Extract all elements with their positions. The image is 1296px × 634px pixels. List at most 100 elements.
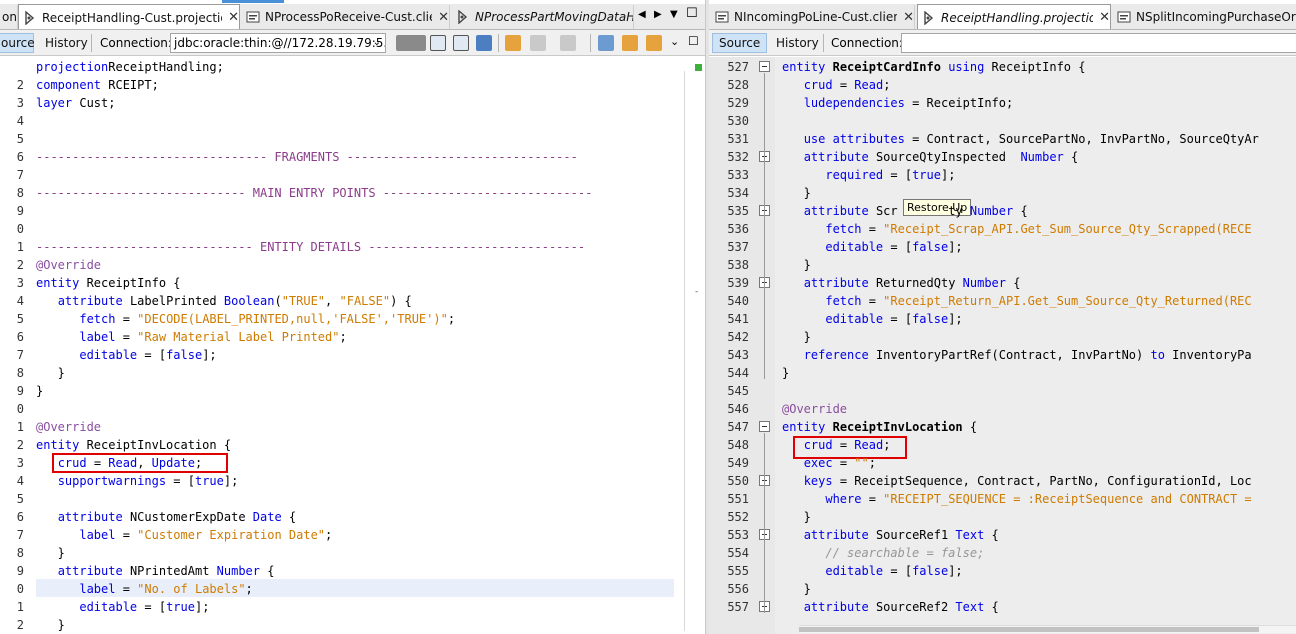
- code-token: crud: [803, 78, 833, 92]
- scrollbar-thumb[interactable]: [799, 627, 1259, 632]
- tab-nprocesspartmovingdata[interactable]: NProcessPartMovingDataH...: [452, 5, 634, 29]
- code-line: editable = [false];: [782, 562, 962, 580]
- prev-bookmark-icon[interactable]: [530, 35, 546, 51]
- code-token: LabelPrinted: [122, 294, 224, 308]
- code-token: entity: [782, 60, 826, 74]
- client-file-icon: [715, 11, 729, 23]
- scroll-mark: -: [695, 287, 699, 297]
- right-code-editor[interactable]: 527 528 529 530 531 532 533 534 535 536 537 538 539 5…: [709, 57, 1296, 634]
- fold-guide: [764, 73, 765, 379]
- line-number: 557: [727, 600, 749, 614]
- forward-icon[interactable]: [453, 35, 469, 51]
- more-chevron-icon[interactable]: ⌄: [670, 35, 679, 48]
- close-icon[interactable]: ✕: [438, 10, 449, 25]
- line-number: 9: [16, 564, 24, 578]
- code-line: // searchable = false;: [782, 544, 984, 562]
- right-editor-pane: NIncomingPoLine-Cust.client ✕ ReceiptHan…: [709, 0, 1296, 634]
- code-token: ];: [194, 600, 210, 614]
- connection-select[interactable]: [901, 33, 1296, 53]
- tab-receipthandling-cust-projection[interactable]: ReceiptHandling-Cust.projection ✕: [18, 4, 240, 29]
- code-token: editable: [825, 312, 884, 326]
- line-number: 0: [16, 402, 24, 416]
- code-line: required = [true];: [782, 166, 955, 184]
- code-token: attribute: [803, 528, 869, 542]
- code-token: Number: [962, 276, 1006, 290]
- line-number: 548: [727, 438, 749, 452]
- code-token: fetch: [825, 222, 862, 236]
- code-line: ----------------------------- MAIN ENTRY…: [36, 184, 592, 202]
- history-button[interactable]: History: [769, 33, 826, 53]
- maximize-icon[interactable]: ☐: [686, 6, 698, 21]
- source-button[interactable]: Source: [712, 33, 768, 53]
- left-code-editor[interactable]: 23456789012345678901234567890123 project…: [0, 57, 705, 634]
- code-line: }: [36, 382, 43, 400]
- back-icon[interactable]: [430, 35, 446, 51]
- code-token: Boolean: [223, 294, 275, 308]
- tab-scroll-right-icon[interactable]: ▶: [654, 9, 662, 20]
- code-line: attribute ReturnedQty Number {: [782, 274, 1021, 292]
- code-token: where: [825, 492, 862, 506]
- tab-list-dropdown-icon[interactable]: ▼: [670, 9, 678, 20]
- code-token: required: [825, 168, 884, 182]
- code-line: editable = [true];: [36, 598, 209, 616]
- code-token: @Override: [36, 420, 102, 434]
- database-icon[interactable]: [476, 35, 492, 51]
- tab-nincomingpoline-client[interactable]: NIncomingPoLine-Cust.client ✕: [711, 5, 915, 29]
- connection-select[interactable]: jdbc:oracle:thin:@//172.28.19.79:5... ⌄: [170, 33, 386, 53]
- tab-receipthandling-projection[interactable]: ReceiptHandling.projection ✕: [917, 4, 1111, 29]
- code-token: component: [36, 78, 102, 92]
- code-token: ReceiptInvLocation {: [79, 438, 232, 452]
- code-token: = ReceiptInfo;: [904, 96, 1014, 110]
- code-token: Update: [151, 456, 195, 470]
- code-token: Read: [108, 456, 138, 470]
- tab-partial[interactable]: on: [0, 5, 18, 29]
- line-number: 537: [727, 240, 749, 254]
- toggle-bookmark-icon[interactable]: [505, 35, 521, 51]
- expand-toolbar-icon[interactable]: ☐: [688, 34, 699, 48]
- tab-label: NProcessPoReceive-Cust.client: [265, 10, 433, 24]
- line-number: 541: [727, 312, 749, 326]
- code-token: "TRUE": [281, 294, 326, 308]
- client-file-icon: [246, 11, 260, 23]
- execute-icon[interactable]: [396, 35, 426, 51]
- horizontal-scrollbar[interactable]: [799, 625, 1296, 633]
- close-icon[interactable]: ✕: [228, 10, 239, 25]
- find-selection-icon[interactable]: [598, 35, 614, 51]
- code-line: reference InventoryPartRef(Contract, Inv…: [782, 346, 1252, 364]
- code-line: attribute NPrintedAmt Number {: [36, 562, 275, 580]
- source-button[interactable]: ource: [0, 33, 35, 53]
- code-token: NPrintedAmt: [122, 564, 217, 578]
- code-token: SourceQtyInspected: [868, 150, 1021, 164]
- close-icon[interactable]: ✕: [1099, 10, 1110, 25]
- tab-nprocesspoReceive-client[interactable]: NProcessPoReceive-Cust.client ✕: [242, 5, 450, 29]
- code-token: editable: [825, 564, 884, 578]
- history-button[interactable]: History: [38, 33, 95, 53]
- code-line: }: [782, 184, 811, 202]
- line-number-gutter: 527 528 529 530 531 532 533 534 535 536 537 538 539 5…: [709, 57, 775, 634]
- next-bookmark-icon[interactable]: [560, 35, 576, 51]
- fold-toggle-icon[interactable]: [759, 61, 770, 72]
- code-line: supportwarnings = [true];: [36, 472, 239, 490]
- tab-scroll-left-icon[interactable]: ◀: [638, 9, 646, 20]
- code-token: editable: [79, 348, 138, 362]
- code-line: }: [782, 580, 811, 598]
- fold-toggle-icon[interactable]: [759, 421, 770, 432]
- find-previous-icon[interactable]: [622, 35, 638, 51]
- line-number: 0: [16, 582, 24, 596]
- line-number: 532: [727, 150, 749, 164]
- tab-nsplitincomingpurchaseorder[interactable]: NSplitIncomingPurchaseOrderL: [1113, 5, 1296, 29]
- line-number: 538: [727, 258, 749, 272]
- code-token: }: [782, 330, 811, 344]
- find-next-icon[interactable]: [646, 35, 662, 51]
- code-token: ReceiptInfo {: [984, 60, 1086, 74]
- line-number: 6: [16, 150, 24, 164]
- close-icon[interactable]: ✕: [903, 10, 914, 25]
- code-token: =: [115, 330, 138, 344]
